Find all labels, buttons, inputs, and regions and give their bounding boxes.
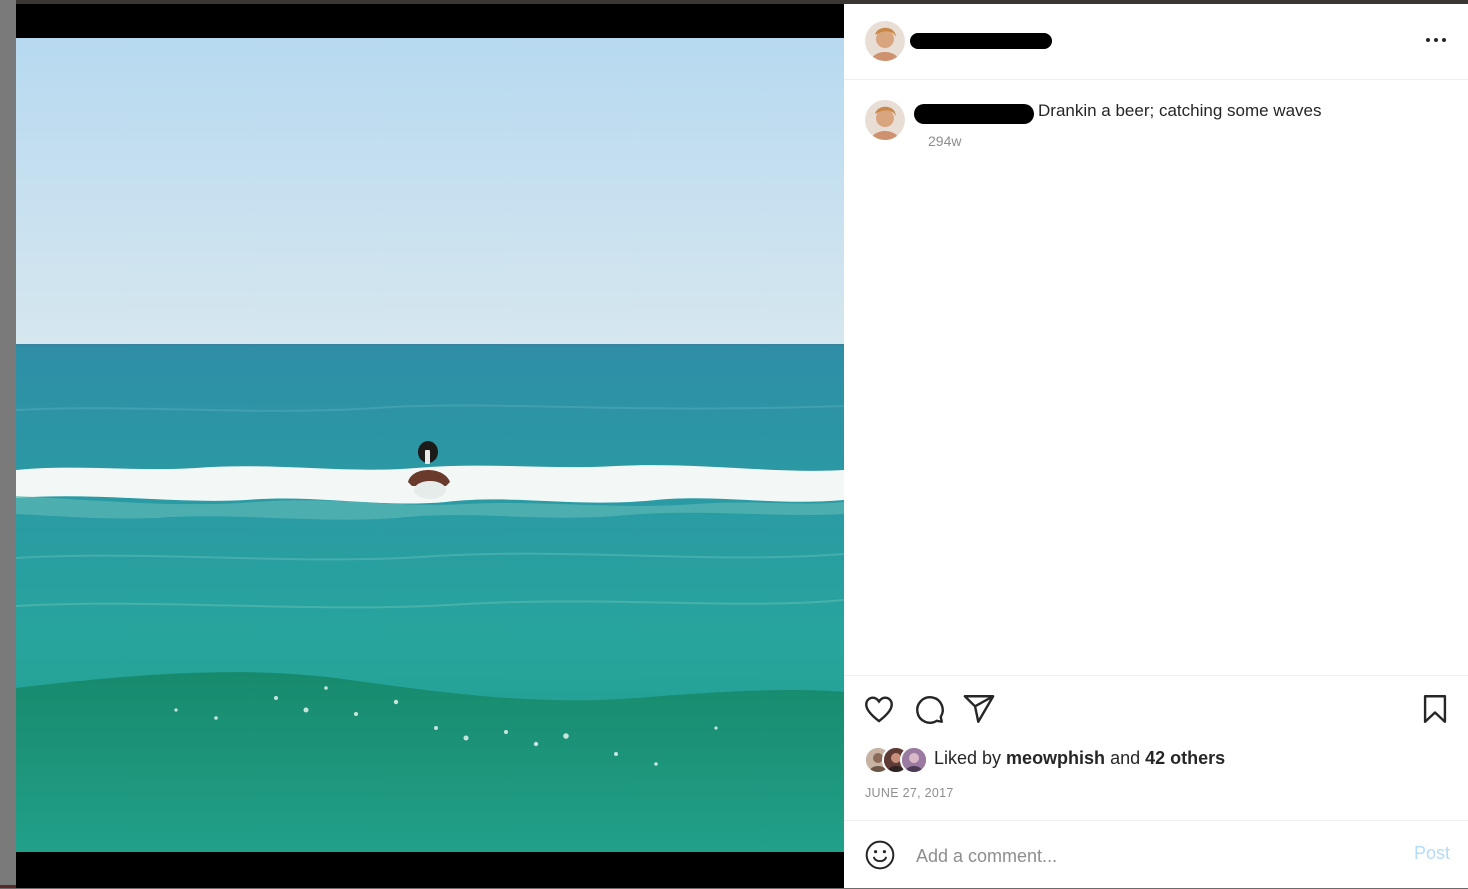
heart-icon [865,696,893,723]
first-liker-link[interactable]: meowphish [1006,748,1105,768]
post-photo [16,38,844,852]
like-button[interactable] [862,692,896,726]
post-details-panel: Drankin a beer; catching some waves 294w [844,4,1468,888]
likes-text: Liked by meowphish and 42 others [934,748,1225,769]
post-media[interactable] [16,4,844,888]
share-icon [963,695,995,723]
comment-icon [916,696,944,724]
emoji-icon [865,840,895,870]
post-comment-button[interactable]: Post [1414,843,1450,864]
post-actions: Liked by meowphish and 42 others JUNE 27… [844,675,1468,816]
likes-summary: Liked by meowphish and 42 others [864,746,1444,774]
comment-bar: Post [844,820,1468,889]
bookmark-icon [1423,695,1447,723]
more-options-icon [1426,38,1446,42]
post-time-ago[interactable]: 294w [928,133,961,149]
more-options-button[interactable] [1422,26,1450,54]
avatar-photo [865,100,905,140]
redacted-username [910,33,1052,49]
post-header [844,4,1468,80]
others-likes-link[interactable]: 42 others [1145,748,1225,768]
save-button[interactable] [1418,692,1452,726]
liker-avatar[interactable] [900,746,928,774]
post-date[interactable]: JUNE 27, 2017 [865,786,954,800]
author-avatar[interactable] [865,21,905,61]
comment-input[interactable] [914,839,1358,873]
likes-prefix: Liked by [934,748,1007,768]
avatar-photo [902,748,926,772]
share-button[interactable] [962,692,996,726]
backdrop-strip [0,0,16,888]
post-caption: Drankin a beer; catching some waves [1038,101,1322,120]
avatar-photo [865,21,905,61]
redacted-username [914,104,1034,124]
caption-author-avatar[interactable] [865,100,905,140]
likes-joiner: and [1105,748,1146,768]
comment-button[interactable] [912,692,946,726]
emoji-button[interactable] [864,839,896,871]
